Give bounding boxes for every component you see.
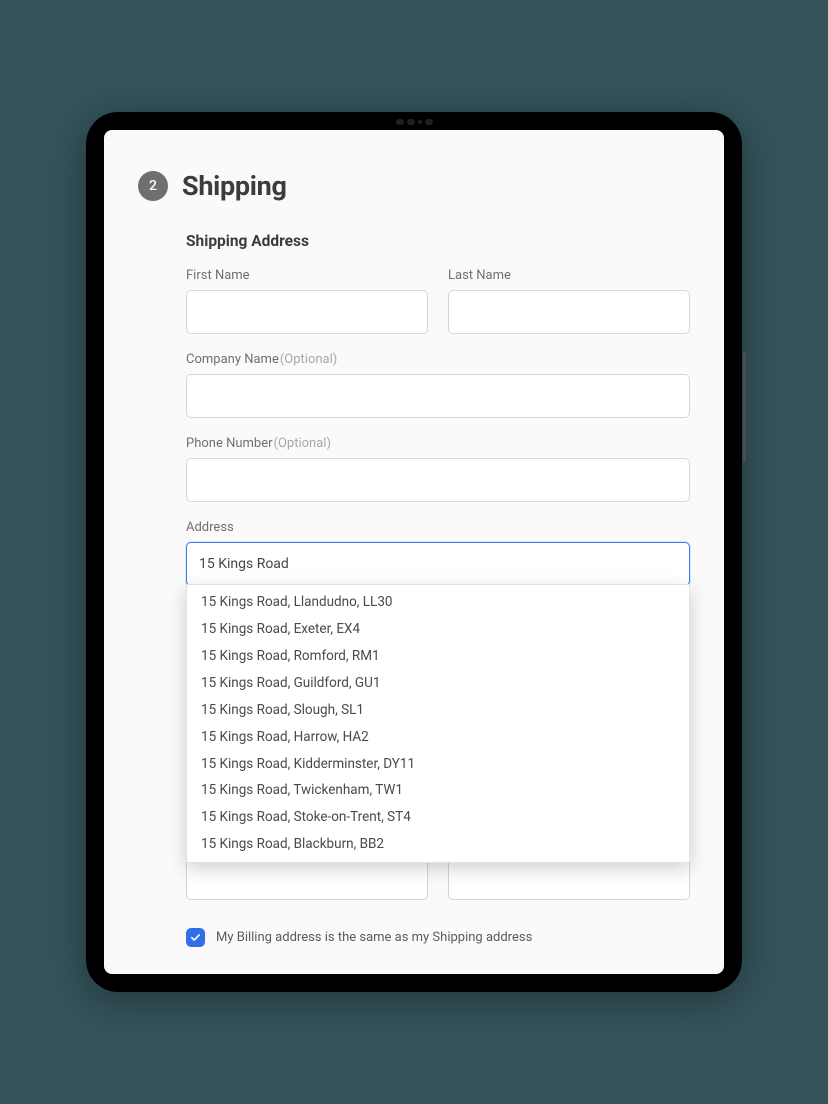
address-label: Address xyxy=(186,520,690,535)
step-title: Shipping xyxy=(182,170,287,202)
billing-same-checkbox[interactable] xyxy=(186,928,205,947)
company-label: Company Name(Optional) xyxy=(186,352,690,367)
billing-same-label: My Billing address is the same as my Shi… xyxy=(216,930,532,945)
last-name-label: Last Name xyxy=(448,268,690,283)
section-heading: Shipping Address xyxy=(186,232,690,250)
tablet-frame: 2 Shipping Shipping Address First Name L… xyxy=(86,112,742,992)
autocomplete-option[interactable]: 15 Kings Road, Guildford, GU1 xyxy=(187,670,689,697)
first-name-input[interactable] xyxy=(186,290,428,334)
autocomplete-option[interactable]: 15 Kings Road, Exeter, EX4 xyxy=(187,616,689,643)
address-autocomplete-dropdown: 15 Kings Road, Llandudno, LL3015 Kings R… xyxy=(186,584,690,863)
autocomplete-option[interactable]: 15 Kings Road, Blackburn, BB2 xyxy=(187,831,689,858)
address-input[interactable] xyxy=(186,542,690,586)
step-number-badge: 2 xyxy=(138,171,168,201)
check-icon xyxy=(190,932,201,943)
autocomplete-option[interactable]: 15 Kings Road, Llandudno, LL30 xyxy=(187,589,689,616)
phone-input[interactable] xyxy=(186,458,690,502)
autocomplete-option[interactable]: 15 Kings Road, Slough, SL1 xyxy=(187,697,689,724)
autocomplete-option[interactable]: 15 Kings Road, Twickenham, TW1 xyxy=(187,777,689,804)
autocomplete-option[interactable]: 15 Kings Road, Stoke-on-Trent, ST4 xyxy=(187,804,689,831)
screen: 2 Shipping Shipping Address First Name L… xyxy=(104,130,724,974)
address-field-wrapper: Address 15 Kings Road, Llandudno, LL3015… xyxy=(186,520,690,586)
first-name-label: First Name xyxy=(186,268,428,283)
camera-notch xyxy=(369,118,459,126)
shipping-form: Shipping Address First Name Last Name Co… xyxy=(138,232,690,947)
autocomplete-option[interactable]: 15 Kings Road, Harrow, HA2 xyxy=(187,724,689,751)
phone-label: Phone Number(Optional) xyxy=(186,436,690,451)
company-input[interactable] xyxy=(186,374,690,418)
last-name-input[interactable] xyxy=(448,290,690,334)
autocomplete-option[interactable]: 15 Kings Road, Romford, RM1 xyxy=(187,643,689,670)
autocomplete-option[interactable]: 15 Kings Road, Kidderminster, DY11 xyxy=(187,751,689,778)
step-header: 2 Shipping xyxy=(138,170,690,202)
